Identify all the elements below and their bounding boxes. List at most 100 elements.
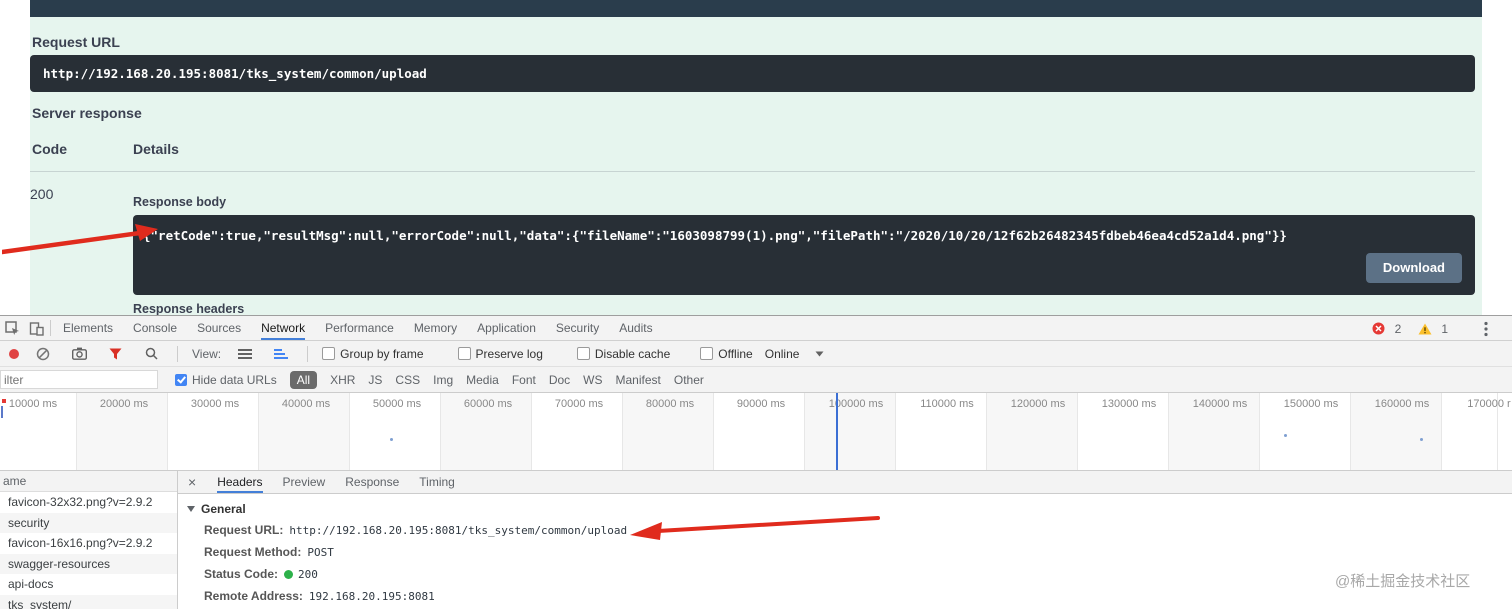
timeline-load-event-line — [836, 393, 838, 470]
clear-icon[interactable] — [31, 342, 55, 366]
error-badge-icon[interactable] — [1367, 317, 1391, 341]
timeline-tick: 80000 ms — [645, 398, 695, 410]
filter-type-manifest[interactable]: Manifest — [616, 373, 661, 387]
request-method-val: POST — [307, 546, 334, 559]
tab-sources[interactable]: Sources — [197, 316, 241, 340]
request-row[interactable]: security — [0, 512, 177, 533]
view-list-icon[interactable] — [233, 342, 257, 366]
tab-performance[interactable]: Performance — [325, 316, 394, 340]
general-request-method-row: Request Method: POST — [204, 545, 1512, 560]
record-icon[interactable] — [9, 348, 19, 359]
timeline-tick: 10000 ms — [8, 398, 58, 410]
details-tab-headers[interactable]: Headers — [217, 471, 263, 493]
filter-type-ws[interactable]: WS — [583, 373, 602, 387]
tab-audits[interactable]: Audits — [619, 316, 652, 340]
timeline-tick: 120000 ms — [1010, 398, 1066, 410]
devtools-tab-bar: Elements Console Sources Network Perform… — [0, 316, 1512, 341]
checkbox-unchecked-icon — [457, 347, 471, 360]
screen: Request URL http://192.168.20.195:8081/t… — [0, 0, 1512, 609]
inspect-element-icon[interactable] — [0, 316, 24, 340]
filter-type-js[interactable]: JS — [368, 373, 382, 387]
remote-address-val: 192.168.20.195:8081 — [308, 590, 435, 603]
request-row[interactable]: favicon-16x16.png?v=2.9.2 — [0, 533, 177, 554]
request-url-label: Request URL — [32, 34, 120, 50]
timeline-tick: 40000 ms — [281, 398, 331, 410]
capture-screenshots-icon[interactable] — [67, 342, 91, 366]
request-list-panel: ame favicon-32x32.png?v=2.9.2 security f… — [0, 471, 178, 609]
swagger-header-bar — [30, 0, 1482, 17]
warning-badge-icon[interactable] — [1413, 317, 1437, 341]
view-waterfall-icon[interactable] — [269, 342, 293, 366]
close-icon[interactable]: × — [188, 474, 196, 490]
device-toolbar-icon[interactable] — [24, 316, 48, 340]
general-section-header[interactable]: General — [186, 502, 1512, 516]
response-headers-label: Response headers — [133, 302, 245, 316]
status-code-val: 200 — [298, 568, 318, 581]
preserve-log-checkbox[interactable]: Preserve log — [457, 346, 543, 361]
tab-console[interactable]: Console — [133, 316, 177, 340]
filter-type-xhr[interactable]: XHR — [330, 373, 355, 387]
timeline-tick: 50000 ms — [372, 398, 422, 410]
details-tab-response[interactable]: Response — [345, 471, 399, 493]
chevron-down-icon — [812, 342, 826, 366]
request-row[interactable]: favicon-32x32.png?v=2.9.2 — [0, 492, 177, 513]
timeline-tick: 30000 ms — [190, 398, 240, 410]
timeline-tick: 70000 ms — [554, 398, 604, 410]
warning-count[interactable]: 1 — [1441, 322, 1448, 336]
filter-input[interactable] — [0, 370, 158, 389]
tab-security[interactable]: Security — [556, 316, 599, 340]
timeline-tick: 160000 ms — [1374, 398, 1430, 410]
name-column-header[interactable]: ame — [0, 471, 177, 492]
details-tab-timing[interactable]: Timing — [419, 471, 455, 493]
request-rows: favicon-32x32.png?v=2.9.2 security favic… — [0, 492, 177, 609]
request-url-key: Request URL: — [204, 523, 284, 537]
group-by-frame-checkbox[interactable]: Group by frame — [322, 346, 424, 361]
filter-funnel-icon[interactable] — [103, 342, 127, 366]
filter-type-all[interactable]: All — [289, 370, 318, 389]
preserve-log-label: Preserve log — [475, 346, 543, 361]
online-label: Online — [764, 346, 800, 361]
network-filter-bar: Hide data URLs All XHR JS CSS Img Media … — [0, 367, 1512, 393]
hide-data-urls-checkbox[interactable]: Hide data URLs — [175, 373, 277, 387]
remote-address-key: Remote Address: — [204, 589, 303, 603]
filter-type-doc[interactable]: Doc — [549, 373, 570, 387]
error-count[interactable]: 2 — [1395, 322, 1402, 336]
network-toolbar: View: Group by frame Preserve log Disabl… — [0, 341, 1512, 367]
filter-type-font[interactable]: Font — [512, 373, 536, 387]
filter-type-img[interactable]: Img — [433, 373, 453, 387]
tab-application[interactable]: Application — [477, 316, 536, 340]
status-code-key: Status Code: — [204, 567, 279, 581]
response-body-label: Response body — [133, 195, 227, 209]
headers-general-section: General Request URL: http://192.168.20.19… — [178, 494, 1512, 604]
general-title: General — [201, 502, 246, 516]
general-status-code-row: Status Code: 200 — [204, 567, 1512, 582]
filter-type-other[interactable]: Other — [674, 373, 704, 387]
hide-data-urls-label: Hide data URLs — [192, 372, 277, 387]
throttling-dropdown[interactable]: Online — [765, 342, 827, 366]
checkbox-unchecked-icon — [322, 347, 336, 360]
filter-type-css[interactable]: CSS — [395, 373, 420, 387]
request-row[interactable]: api-docs — [0, 574, 177, 595]
tab-elements[interactable]: Elements — [63, 316, 113, 340]
timeline-request-bar — [1, 406, 3, 418]
search-icon[interactable] — [139, 342, 163, 366]
offline-checkbox[interactable]: Offline — [700, 347, 753, 361]
filter-type-media[interactable]: Media — [466, 373, 499, 387]
details-tab-preview[interactable]: Preview — [283, 471, 326, 493]
devtools-panel: Elements Console Sources Network Perform… — [0, 315, 1512, 609]
tab-memory[interactable]: Memory — [414, 316, 457, 340]
kebab-menu-icon[interactable] — [1474, 317, 1498, 341]
request-row[interactable]: tks_system/ — [0, 594, 177, 609]
network-timeline-overview[interactable]: 10000 ms 20000 ms 30000 ms 40000 ms 5000… — [0, 393, 1512, 471]
tab-network[interactable]: Network — [261, 316, 306, 340]
disable-cache-checkbox[interactable]: Disable cache — [576, 347, 670, 361]
timeline-request-dot — [390, 438, 393, 441]
timeline-request-mark — [2, 399, 6, 403]
checkbox-unchecked-icon — [700, 347, 714, 360]
network-bottom-split: ame favicon-32x32.png?v=2.9.2 security f… — [0, 471, 1512, 609]
timeline-tick: 150000 ms — [1283, 398, 1339, 410]
download-button[interactable]: Download — [1365, 253, 1462, 283]
timeline-tick: 20000 ms — [99, 398, 149, 410]
group-by-frame-label: Group by frame — [340, 346, 424, 361]
request-row[interactable]: swagger-resources — [0, 553, 177, 574]
